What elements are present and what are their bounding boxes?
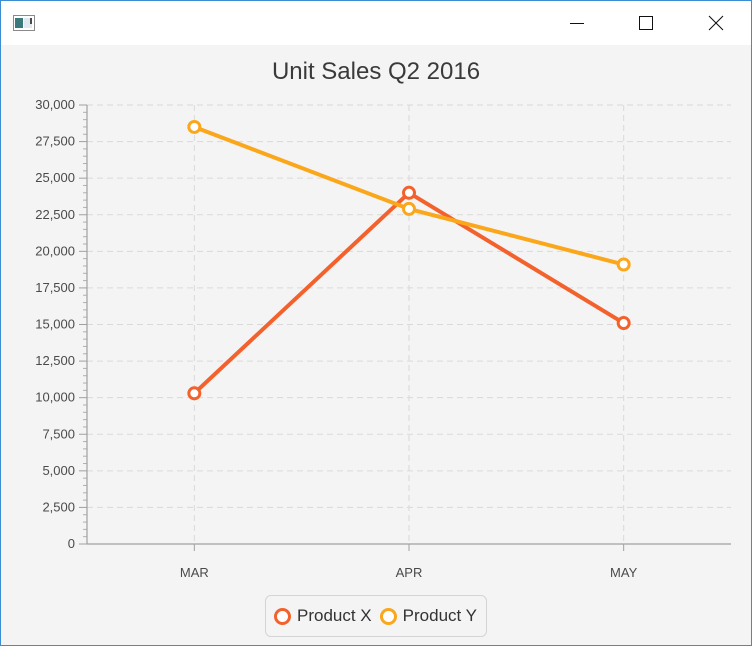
data-point-product-y <box>616 257 631 272</box>
data-point-product-x <box>616 316 631 331</box>
y-tick-label: 25,000 <box>35 170 75 185</box>
series-line-product-x <box>192 190 626 396</box>
y-tick-label: 0 <box>68 536 75 551</box>
data-point-product-y <box>187 119 202 134</box>
x-tick-label: MAY <box>610 565 638 580</box>
legend-item-product-x: Product X <box>274 606 372 626</box>
y-tick-label: 7,500 <box>42 426 75 441</box>
y-tick-label: 22,500 <box>35 207 75 222</box>
y-tick-label: 30,000 <box>35 97 75 112</box>
y-tick-label: 27,500 <box>35 134 75 149</box>
legend-swatch-product-y <box>379 607 397 625</box>
legend-item-product-y: Product Y <box>379 606 477 626</box>
data-point-product-x <box>187 386 202 401</box>
x-tick-label: MAR <box>180 565 209 580</box>
data-point-product-y <box>402 201 416 216</box>
y-tick-label: 10,000 <box>35 390 75 405</box>
y-tick-label: 17,500 <box>35 280 75 295</box>
line-chart: 0 2,500 5,000 7,500 10,000 12,500 15,000 17,500… <box>35 97 731 580</box>
y-tick-label: 2,500 <box>42 499 75 514</box>
x-tick-label: APR <box>396 565 423 580</box>
y-tick-label: 5,000 <box>42 463 75 478</box>
y-tick-label: 15,000 <box>35 317 75 332</box>
chart-legend: Product X Product Y <box>265 595 487 637</box>
legend-label-product-y: Product Y <box>402 606 477 625</box>
legend-label-product-x: Product X <box>297 606 372 625</box>
y-tick-label: 12,500 <box>35 353 75 368</box>
legend-swatch-product-x <box>274 607 291 625</box>
app-window: Unit Sales Q2 2016 0 2,500 5,000 7,500 10,00… <box>0 0 752 646</box>
data-point-product-x <box>402 185 416 200</box>
y-tick-label: 20,000 <box>35 243 75 258</box>
